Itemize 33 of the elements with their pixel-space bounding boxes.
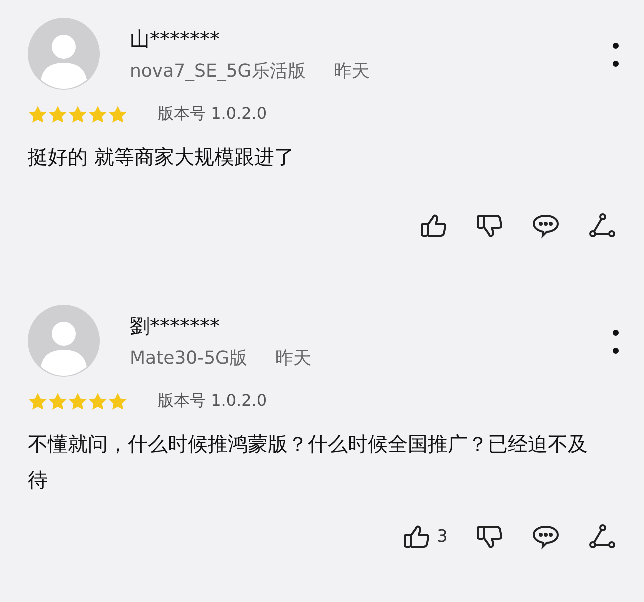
thumbs-down-icon[interactable] [476, 524, 504, 550]
review-text: 不懂就问，什么时候推鸿蒙版？什么时候全国推广？已经迫不及待 [28, 431, 589, 494]
comment-icon[interactable] [532, 524, 560, 550]
share-icon[interactable] [588, 524, 616, 550]
post-time: 昨天 [334, 60, 370, 83]
thumbs-down-icon[interactable] [476, 213, 504, 239]
user-name: 劉******* [130, 313, 221, 340]
avatar-icon [28, 305, 100, 377]
star-icon [108, 392, 128, 412]
user-name: 山******* [130, 26, 221, 53]
star-icon [48, 392, 68, 412]
star-icon [88, 392, 108, 412]
thumbs-up-icon[interactable] [420, 213, 448, 239]
star-icon [68, 104, 88, 124]
star-icon [108, 104, 128, 124]
more-icon[interactable] [612, 40, 620, 70]
star-icon [48, 104, 68, 124]
avatar-icon [28, 18, 100, 90]
star-icon [28, 392, 48, 412]
star-icon [28, 104, 48, 124]
comment-icon[interactable] [532, 213, 560, 239]
thumbs-up-icon[interactable] [403, 524, 432, 550]
review-text: 挺好的 就等商家大规模跟进了 [28, 144, 296, 171]
post-time: 昨天 [276, 347, 312, 370]
device-name: nova7_SE_5G乐活版 [130, 60, 306, 83]
more-icon[interactable] [612, 327, 620, 357]
star-icon [68, 392, 88, 412]
version-label: 版本号 1.0.2.0 [158, 104, 268, 125]
version-label: 版本号 1.0.2.0 [158, 391, 268, 412]
like-count: 3 [437, 527, 448, 547]
device-name: Mate30-5G版 [130, 347, 248, 370]
share-icon[interactable] [588, 213, 616, 239]
star-icon [88, 104, 108, 124]
